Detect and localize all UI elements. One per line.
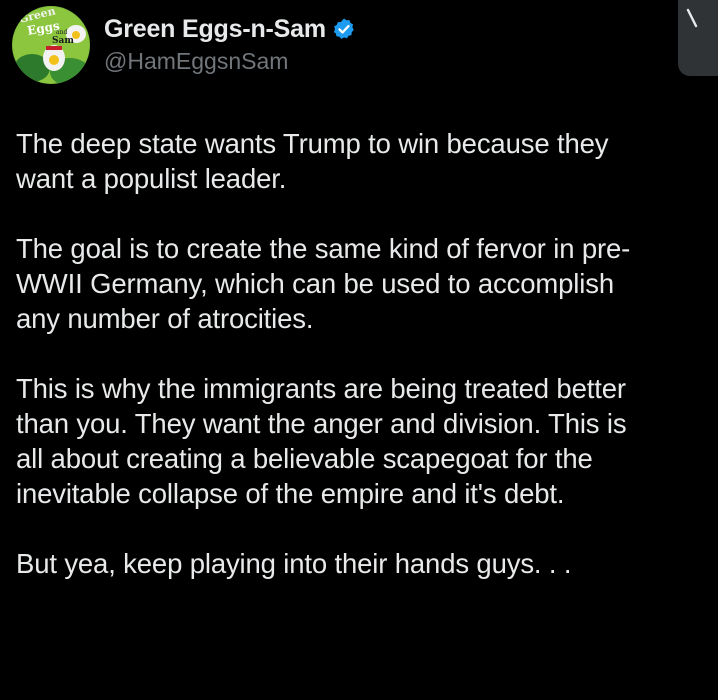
avatar[interactable]: Green Eggs and Sam	[12, 6, 90, 84]
post-paragraph: This is why the immigrants are being tre…	[16, 373, 627, 509]
post-header: Green Eggs and Sam Green Eggs-n-Sam @Ham…	[12, 6, 356, 84]
verified-badge-icon[interactable]	[332, 17, 356, 41]
author-identity: Green Eggs-n-Sam @HamEggsnSam	[104, 12, 356, 75]
post-paragraph: But yea, keep playing into their hands g…	[16, 548, 572, 579]
avatar-image: Green Eggs and Sam	[12, 6, 90, 84]
more-options-icon	[686, 8, 698, 28]
avatar-text-sam: Sam	[52, 36, 74, 46]
avatar-text-and: and	[56, 29, 67, 36]
post-text: The deep state wants Trump to win becaus…	[16, 126, 706, 581]
post-paragraph: The deep state wants Trump to win becaus…	[16, 128, 609, 194]
author-handle[interactable]: @HamEggsnSam	[104, 48, 356, 75]
post-paragraph: The goal is to create the same kind of f…	[16, 233, 631, 334]
more-options-button[interactable]	[678, 0, 718, 76]
post: Green Eggs and Sam Green Eggs-n-Sam @Ham…	[0, 0, 718, 700]
name-row: Green Eggs-n-Sam	[104, 12, 356, 46]
author-display-name[interactable]: Green Eggs-n-Sam	[104, 15, 326, 44]
